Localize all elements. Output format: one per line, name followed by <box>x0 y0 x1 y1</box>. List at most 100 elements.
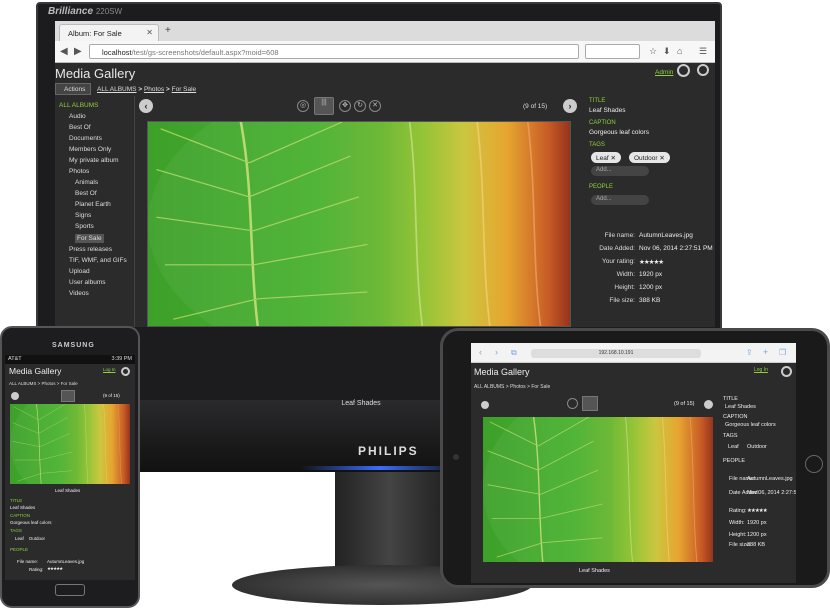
position-counter: (9 of 15) <box>674 401 695 407</box>
leaf-photo[interactable] <box>10 404 130 484</box>
sidebar-item[interactable]: Best Of <box>75 190 97 197</box>
slideshow-icon[interactable]: ||| <box>314 97 334 115</box>
breadcrumb-all-albums[interactable]: ALL ALBUMS <box>97 86 137 93</box>
slideshow-icon[interactable] <box>582 396 598 411</box>
sidebar-item[interactable]: My private album <box>69 157 119 164</box>
forward-icon[interactable]: › <box>495 347 498 357</box>
login-link[interactable]: Log In <box>754 367 768 373</box>
caption-value: Gorgeous leaf colors <box>10 520 52 525</box>
phone-home-button[interactable] <box>55 584 85 596</box>
rating-stars[interactable]: ★★★★★ <box>747 508 768 514</box>
caption-label: CAPTION <box>10 513 31 518</box>
forward-icon[interactable]: ▶ <box>74 46 82 57</box>
breadcrumb-separator: > <box>164 86 172 93</box>
previous-arrow-icon[interactable] <box>11 392 19 400</box>
tags-value[interactable]: Leaf Outdoor <box>15 536 45 541</box>
back-icon[interactable]: ‹ <box>479 347 482 357</box>
previous-arrow-icon[interactable] <box>481 401 489 409</box>
leaf-photo[interactable] <box>483 417 713 562</box>
sidebar-item[interactable]: Videos <box>69 290 89 297</box>
remove-tag-icon[interactable]: ✕ <box>610 155 615 162</box>
share-icon[interactable]: ⇪ <box>746 348 753 357</box>
remove-tag-icon[interactable]: ✕ <box>659 155 664 162</box>
login-link[interactable]: Log In <box>103 367 116 372</box>
title-value[interactable]: Leaf Shades <box>589 107 626 114</box>
sidebar-item[interactable]: Press releases <box>69 246 112 253</box>
sidebar-item[interactable]: Animals <box>75 179 98 186</box>
sidebar-item[interactable]: Documents <box>69 135 102 142</box>
admin-link[interactable]: Admin <box>655 69 673 76</box>
sidebar-item[interactable]: Best Of <box>69 124 91 131</box>
close-tab-icon[interactable]: ✕ <box>146 28 153 37</box>
power-icon[interactable] <box>677 64 690 77</box>
phone-status-bar: AT&T 3:39 PM <box>5 355 135 364</box>
info-icon[interactable] <box>567 398 578 409</box>
new-tab-icon[interactable]: + <box>763 347 768 357</box>
delete-icon[interactable]: ✕ <box>369 100 381 112</box>
property-value: 1200 px <box>639 284 663 291</box>
sidebar-item[interactable]: For Sale <box>75 234 104 243</box>
previous-arrow-icon[interactable]: ‹ <box>139 99 153 113</box>
tag-chip[interactable]: Leaf <box>728 444 739 450</box>
tablet-home-button[interactable] <box>805 455 823 473</box>
breadcrumb[interactable]: ALL ALBUMS > Photos > For Sale <box>9 381 78 386</box>
caption-value[interactable]: Gorgeous leaf colors <box>589 129 649 136</box>
breadcrumb-for-sale[interactable]: For Sale <box>172 86 197 93</box>
tags-label: TAGS <box>723 433 738 439</box>
url-host: localhost <box>102 48 132 57</box>
address-bar[interactable]: 192.168.10.191 <box>531 349 701 358</box>
next-arrow-icon[interactable]: › <box>563 99 577 113</box>
tag-label: Outdoor <box>634 155 658 162</box>
breadcrumb-photos[interactable]: Photos <box>144 86 164 93</box>
slideshow-icon[interactable] <box>61 390 75 402</box>
tag-chip[interactable]: Outdoor ✕ <box>629 152 670 163</box>
caption-value: Gorgeous leaf colors <box>725 422 776 428</box>
add-people-input[interactable]: Add... <box>591 195 649 205</box>
rating-stars[interactable]: ★★★★★ <box>47 566 63 572</box>
star-icon[interactable]: ☆ <box>649 46 657 57</box>
sidebar-item[interactable]: Audio <box>69 113 86 120</box>
monitor-brand: Brilliance 220SW <box>48 6 123 17</box>
sidebar-item[interactable]: Photos <box>69 168 89 175</box>
tag-chip[interactable]: Outdoor <box>747 444 767 450</box>
rotate-icon[interactable]: ↻ <box>354 100 366 112</box>
sidebar-item[interactable]: ALL ALBUMS <box>59 102 99 109</box>
property-key: Height: <box>614 284 635 291</box>
title-value: Leaf Shades <box>10 505 36 510</box>
sidebar-item[interactable]: TIF, WMF, and GIFs <box>69 257 127 264</box>
search-icon[interactable] <box>121 367 130 376</box>
tabs-icon[interactable]: ❐ <box>779 348 786 357</box>
breadcrumb[interactable]: ALL ALBUMS > Photos > For Sale <box>474 384 550 390</box>
search-icon[interactable] <box>697 64 709 76</box>
sidebar-item[interactable]: Planet Earth <box>75 201 111 208</box>
add-tag-input[interactable]: Add... <box>591 166 649 176</box>
property-value: AutumnLeaves.jpg <box>747 476 793 482</box>
actions-button[interactable]: Actions <box>55 83 91 95</box>
browser-tab[interactable]: Album: For Sale ✕ <box>59 24 159 41</box>
rating-stars[interactable]: ★★★★★ <box>639 258 664 266</box>
sidebar-item[interactable]: User albums <box>69 279 105 286</box>
property-key: Your rating: <box>601 258 635 265</box>
move-icon[interactable]: ✥ <box>339 100 351 112</box>
tags-label: TAGS <box>10 528 22 533</box>
sidebar-item[interactable]: Members Only <box>69 146 111 153</box>
info-icon[interactable]: ◎ <box>297 100 309 112</box>
download-icon[interactable]: ⬇ <box>663 46 671 57</box>
new-tab-icon[interactable]: + <box>165 25 171 36</box>
home-icon[interactable]: ⌂ <box>677 46 682 56</box>
leaf-photo[interactable] <box>147 121 571 327</box>
next-arrow-icon[interactable] <box>704 400 713 409</box>
tag-chip[interactable]: Leaf ✕ <box>591 152 621 163</box>
property-value: 1920 px <box>639 271 663 278</box>
menu-icon[interactable]: ☰ <box>699 46 707 57</box>
search-icon[interactable] <box>781 366 792 377</box>
sidebar-item[interactable]: Sports <box>75 223 94 230</box>
browser-search-input[interactable] <box>585 44 640 59</box>
back-icon[interactable]: ◀ <box>60 46 68 57</box>
image-viewer: ‹ ◎ ||| ✥ ↻ ✕ (9 of 15) › <box>139 96 579 327</box>
address-bar[interactable]: localhost/test/gs-screenshots/default.as… <box>89 44 579 59</box>
sidebar-item[interactable]: Signs <box>75 212 91 219</box>
caption-label: CAPTION <box>589 120 616 126</box>
sidebar-item[interactable]: Upload <box>69 268 90 275</box>
bookmarks-icon[interactable]: ⧉ <box>511 348 517 358</box>
